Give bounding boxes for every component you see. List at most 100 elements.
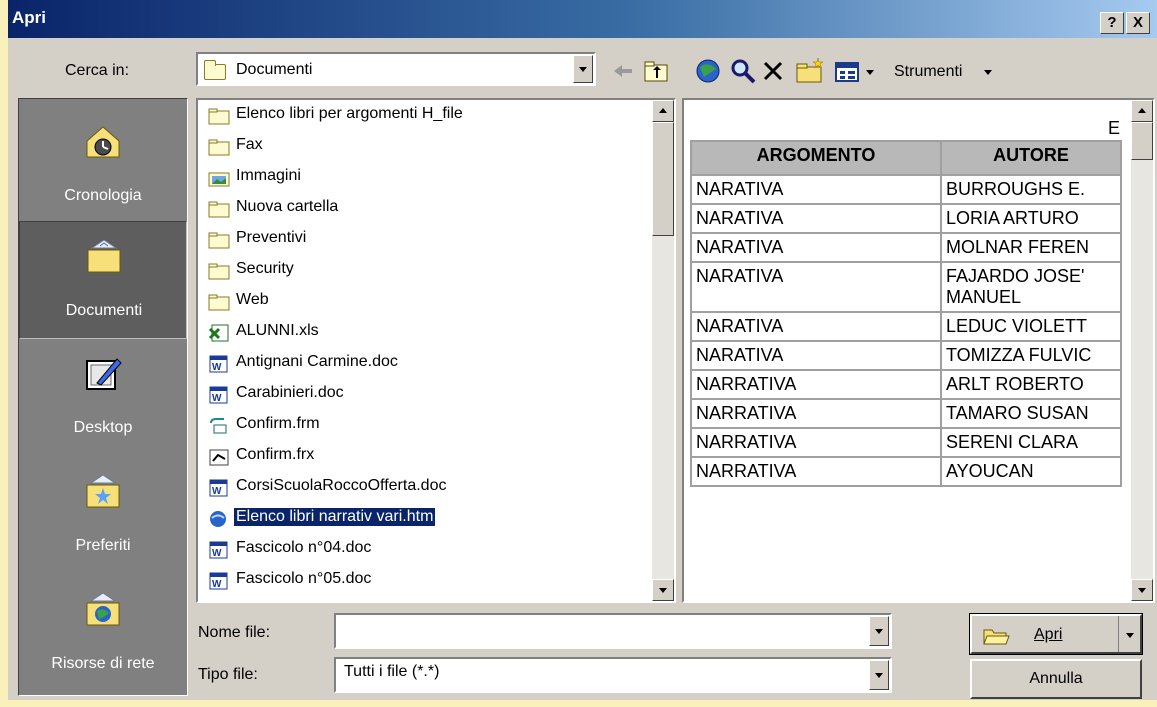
file-name: Web (236, 291, 269, 308)
file-name: Nuova cartella (236, 198, 339, 215)
lookin-dropdown-arrow[interactable] (573, 55, 593, 83)
search-web-icon[interactable] (694, 55, 724, 87)
preview-cell: NARRATIVA (690, 369, 942, 400)
place-network[interactable]: Risorse di rete (19, 575, 187, 693)
title-bar[interactable]: Apri ? X (8, 0, 1157, 38)
preview-cell: NARRATIVA (690, 398, 942, 429)
up-folder-icon[interactable] (642, 55, 672, 87)
preview-cell: FAJARDO JOSE' MANUEL (940, 261, 1122, 313)
svg-text:W: W (212, 393, 222, 404)
word-file-icon: W (209, 386, 228, 404)
place-favorites[interactable]: Preferiti (19, 457, 187, 575)
filetype-select[interactable]: Tutti i file (*.*) (334, 657, 892, 693)
file-list[interactable]: Elenco libri per argomenti H_file Fax Imma… (196, 98, 676, 603)
preview-pane: E ARGOMENTO AUTORE NARATIVA BURROUGHS E. N… (682, 98, 1155, 603)
preview-cell: LORIA ARTURO (940, 203, 1122, 234)
open-folder-icon (983, 629, 1010, 645)
place-documents[interactable]: Documenti (19, 221, 187, 339)
cancel-button[interactable]: Annulla (970, 659, 1142, 699)
lookin-value: Documenti (236, 61, 313, 78)
file-name: Confirm.frx (236, 446, 315, 463)
file-name: Fascicolo n°05.doc (236, 570, 372, 587)
close-button[interactable]: X (1126, 12, 1150, 34)
help-button[interactable]: ? (1100, 12, 1124, 34)
word-file-icon: W (209, 541, 228, 559)
tools-menu[interactable]: Strumenti (894, 55, 1024, 87)
chevron-down-icon[interactable] (1124, 631, 1136, 639)
history-icon (86, 126, 120, 158)
place-label: Risorse di rete (51, 655, 155, 672)
svg-text:W: W (212, 548, 222, 559)
preview-row: NARATIVA LEDUC VIOLETT (690, 311, 1122, 342)
preview-row: NARATIVA FAJARDO JOSE' MANUEL (690, 261, 1122, 313)
preview-cell: TAMARO SUSAN (940, 398, 1122, 429)
place-label: Documenti (65, 302, 143, 319)
preview-header: AUTORE (940, 140, 1122, 176)
filetype-dropdown-arrow[interactable] (869, 660, 889, 690)
file-name: ALUNNI.xls (236, 322, 319, 339)
preview-cell: NARRATIVA (690, 456, 942, 487)
split-divider (1118, 616, 1119, 652)
open-button[interactable]: Apri (969, 613, 1143, 655)
preview-cell: NARRATIVA (690, 427, 942, 458)
svg-text:W: W (212, 362, 222, 373)
scroll-thumb[interactable] (652, 122, 674, 236)
folder-icon (208, 263, 230, 280)
preview-row: NARRATIVA AYOUCAN (690, 456, 1122, 487)
file-list-scrollbar[interactable] (652, 100, 674, 601)
dialog-title: Apri (12, 8, 46, 27)
preview-header: ARGOMENTO (690, 140, 942, 176)
file-name: CorsiScuolaRoccoOfferta.doc (236, 477, 447, 494)
file-name: Immagini (236, 167, 301, 184)
word-file-icon: W (209, 355, 228, 373)
lookin-combo[interactable]: Documenti (196, 52, 596, 86)
file-name: Security (236, 260, 294, 277)
folder-icon (208, 232, 230, 249)
views-icon[interactable] (834, 55, 882, 87)
excel-file-icon (208, 324, 229, 342)
preview-cell: NARATIVA (690, 174, 942, 205)
image-folder-icon (208, 172, 230, 187)
folder-icon (208, 108, 230, 125)
preview-cell: NARATIVA (690, 340, 942, 371)
delete-icon[interactable] (760, 55, 786, 87)
filename-dropdown-arrow[interactable] (869, 616, 889, 646)
file-name: Antignani Carmine.doc (236, 353, 398, 370)
preview-cell: MOLNAR FEREN (940, 232, 1122, 263)
preview-row: NARATIVA LORIA ARTURO (690, 203, 1122, 234)
preview-cell: ARLT ROBERTO (940, 369, 1122, 400)
filename-label: Nome file: (198, 624, 270, 642)
filename-field[interactable] (334, 613, 892, 649)
place-desktop[interactable]: Desktop (19, 339, 187, 457)
new-folder-icon[interactable] (794, 55, 826, 87)
preview-top-text: E (1108, 118, 1121, 138)
preview-row: NARRATIVA ARLT ROBERTO (690, 369, 1122, 400)
scroll-up-button[interactable] (652, 100, 674, 122)
preview-cell: SERENI CLARA (940, 427, 1122, 458)
file-name: Preventivi (236, 229, 307, 246)
scroll-up-button[interactable] (1131, 100, 1153, 122)
preview-cell: AYOUCAN (940, 456, 1122, 487)
folder-icon (208, 294, 230, 311)
tools-label: Strumenti (894, 63, 963, 80)
network-icon (86, 592, 120, 626)
file-name: Fax (236, 136, 263, 153)
scroll-down-button[interactable] (652, 579, 674, 601)
scroll-down-button[interactable] (1131, 579, 1153, 601)
open-dialog: Apri ? X Cerca in: Documenti Strumenti C… (8, 0, 1157, 700)
preview-cell: NARATIVA (690, 203, 942, 234)
preview-cell: BURROUGHS E. (940, 174, 1122, 205)
preview-scrollbar[interactable] (1131, 100, 1153, 601)
frx-file-icon (209, 449, 229, 466)
place-label: Desktop (73, 419, 133, 436)
folder-icon (208, 201, 230, 218)
back-arrow-icon[interactable] (610, 55, 636, 87)
search-icon[interactable] (728, 55, 758, 87)
scroll-thumb[interactable] (1131, 122, 1153, 160)
preview-cell: NARATIVA (690, 311, 942, 342)
file-name: Confirm.frm (236, 415, 320, 432)
places-bar: Cronologia Documenti Desktop Preferiti R… (18, 98, 188, 696)
lookin-label: Cerca in: (65, 62, 130, 79)
word-file-icon: W (209, 572, 228, 590)
place-history[interactable]: Cronologia (19, 107, 187, 225)
